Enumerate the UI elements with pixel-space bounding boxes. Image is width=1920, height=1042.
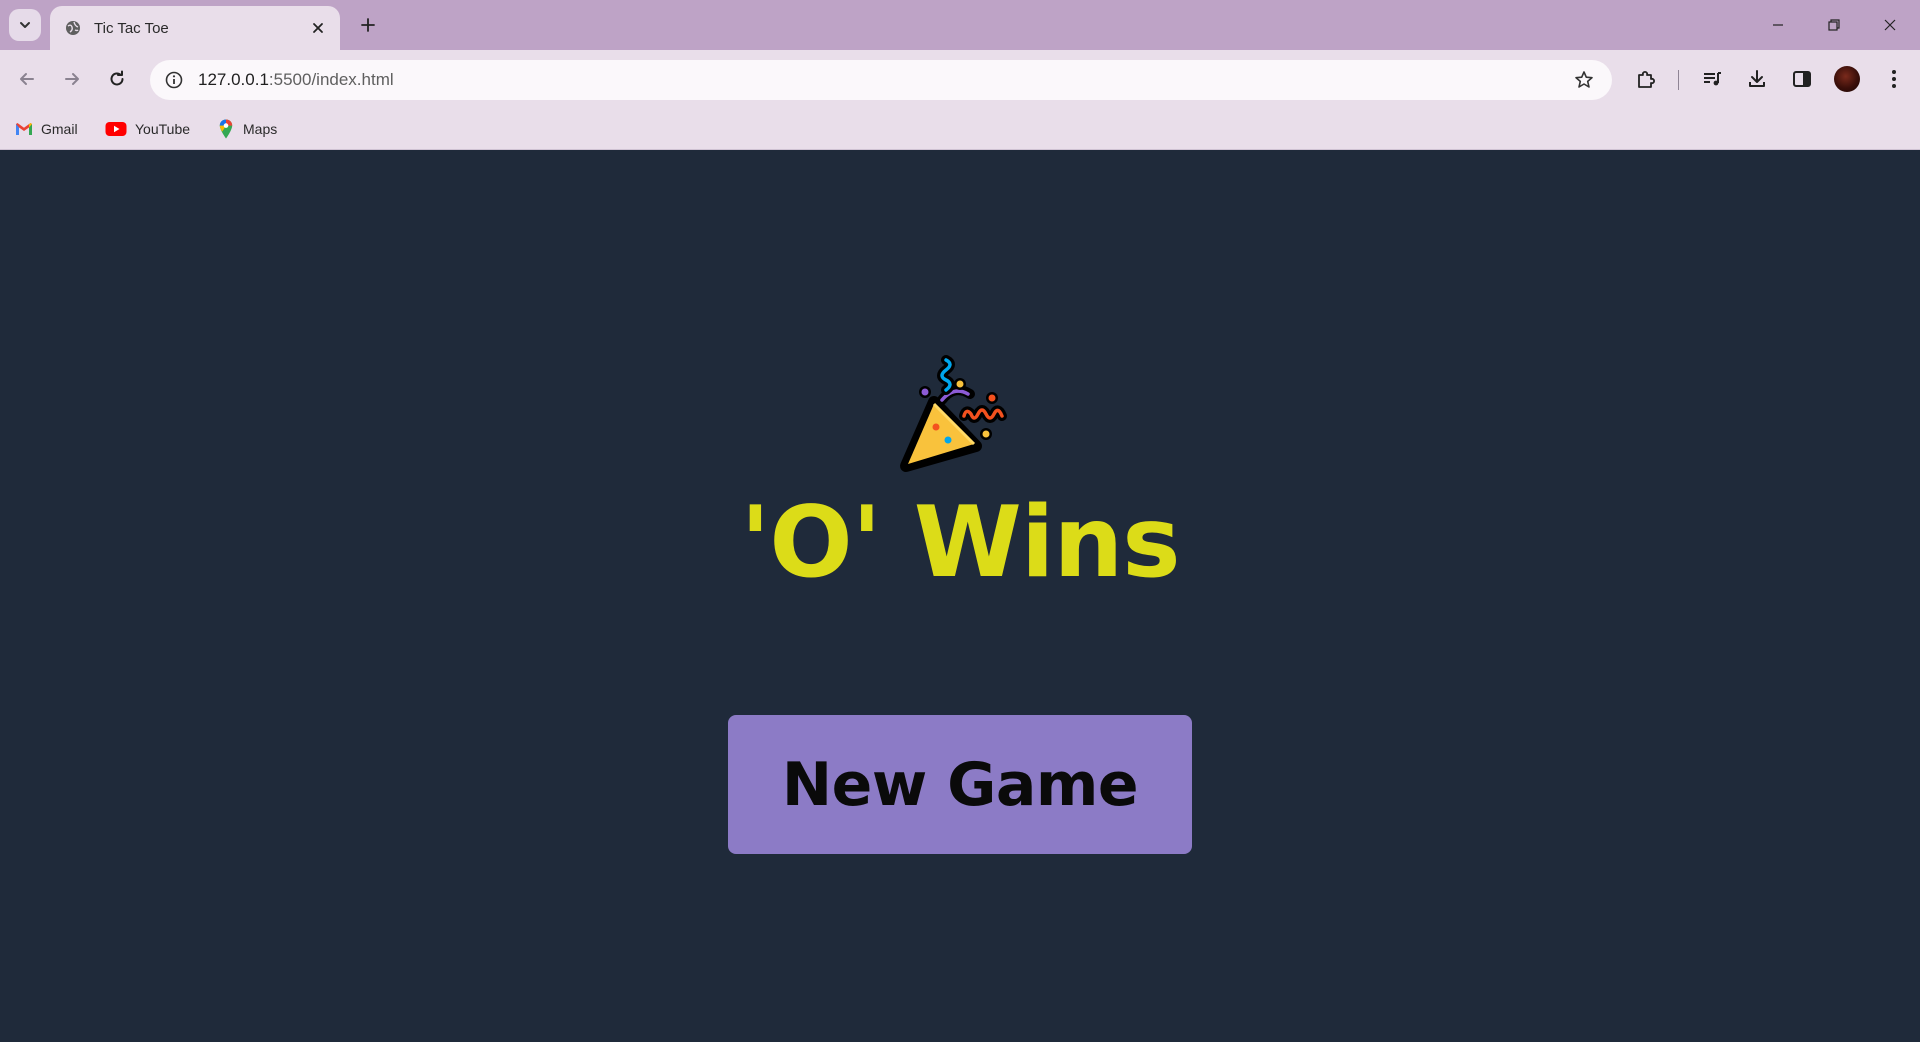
url-text[interactable]: 127.0.0.1:5500/index.html	[198, 70, 1566, 90]
download-icon	[1749, 70, 1765, 87]
arrow-right-icon	[65, 73, 79, 85]
bookmark-label: Gmail	[41, 121, 78, 137]
reload-icon	[110, 70, 124, 86]
back-button[interactable]	[9, 61, 45, 97]
gmail-icon	[15, 120, 33, 138]
url-host: 127.0.0.1	[198, 70, 269, 89]
puzzle-icon	[1638, 71, 1655, 88]
toolbar-divider	[1678, 70, 1679, 90]
tab-close-button[interactable]	[304, 14, 332, 42]
bookmark-youtube[interactable]: YouTube	[105, 117, 190, 141]
close-icon	[1884, 19, 1896, 31]
tab-strip: Tic Tac Toe	[0, 0, 1920, 50]
close-icon	[313, 23, 323, 33]
bookmark-label: Maps	[243, 121, 278, 137]
reload-button[interactable]	[99, 61, 135, 97]
minimize-icon	[1773, 24, 1783, 26]
bookmark-gmail[interactable]: Gmail	[15, 117, 78, 141]
menu-button[interactable]	[1876, 61, 1912, 97]
extensions-button[interactable]	[1628, 61, 1664, 97]
bookmark-label: YouTube	[135, 121, 191, 137]
restore-button[interactable]	[1806, 0, 1862, 50]
restore-icon	[1828, 19, 1840, 31]
plus-icon	[361, 18, 375, 32]
url-path: :5500/index.html	[268, 70, 394, 89]
address-bar[interactable]: 127.0.0.1:5500/index.html	[150, 60, 1612, 100]
downloads-button[interactable]	[1739, 61, 1775, 97]
new-game-button[interactable]: New Game	[728, 715, 1192, 854]
bookmarks-bar: Gmail YouTube Maps	[0, 108, 1920, 150]
media-control-button[interactable]	[1694, 61, 1730, 97]
forward-button[interactable]	[54, 61, 90, 97]
side-panel-button[interactable]	[1784, 61, 1820, 97]
browser-tab[interactable]: Tic Tac Toe	[50, 6, 340, 50]
minimize-button[interactable]	[1750, 0, 1806, 50]
queue-music-icon	[1704, 72, 1721, 86]
info-icon	[165, 71, 183, 89]
browser-toolbar: 127.0.0.1:5500/index.html	[0, 50, 1920, 108]
arrow-left-icon	[20, 73, 34, 85]
tab-search-button[interactable]	[9, 9, 41, 41]
site-info-button[interactable]	[156, 62, 192, 98]
chevron-down-icon	[20, 22, 30, 28]
new-tab-button[interactable]	[352, 9, 384, 41]
bookmark-maps[interactable]: Maps	[217, 117, 277, 141]
more-vert-icon	[1892, 70, 1896, 88]
profile-avatar[interactable]	[1834, 66, 1860, 92]
close-window-button[interactable]	[1862, 0, 1918, 50]
star-icon	[1575, 71, 1593, 88]
side-panel-icon	[1793, 71, 1811, 87]
maps-icon	[217, 119, 235, 139]
globe-icon	[64, 19, 82, 37]
bookmark-star-button[interactable]	[1566, 62, 1602, 98]
tab-title: Tic Tac Toe	[94, 19, 169, 37]
party-popper-icon	[900, 355, 1007, 472]
game-page: 'O' Wins New Game	[0, 151, 1920, 1042]
youtube-icon	[105, 120, 127, 138]
result-message: 'O' Wins	[740, 486, 1180, 600]
